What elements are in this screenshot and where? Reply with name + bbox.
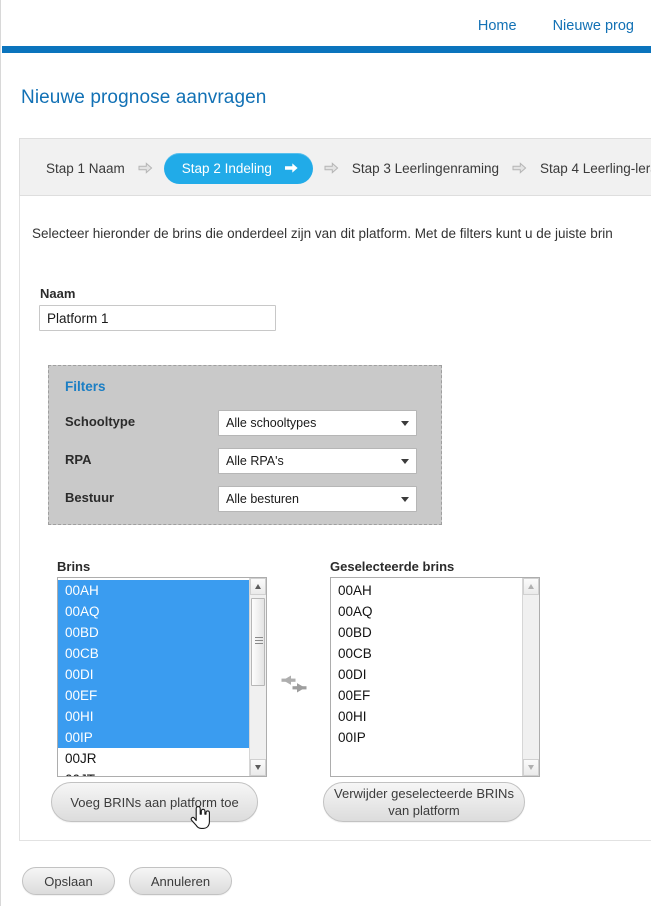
filter-row-rpa: RPA Alle RPA's: [65, 448, 435, 474]
filter-label-schooltype: Schooltype: [65, 414, 136, 429]
scrollbar-thumb[interactable]: [251, 598, 265, 686]
scroll-up-arrow-icon[interactable]: [250, 578, 266, 595]
brin-item[interactable]: 00IP: [58, 727, 251, 748]
filter-select-bestuur[interactable]: Alle besturen: [218, 486, 417, 512]
filters-panel: Filters Schooltype Alle schooltypes RPA …: [48, 365, 442, 525]
chevron-down-icon: [401, 421, 409, 426]
filter-row-bestuur: Bestuur Alle besturen: [65, 486, 435, 512]
intro-text: Selecteer hieronder de brins die onderde…: [32, 226, 613, 241]
wizard-step-2-label: Stap 2 Indeling: [181, 160, 272, 176]
clipped-logo-text: · · · · · · · · · · ·: [29, 0, 168, 8]
chevron-down-icon-3: [401, 497, 409, 502]
brin-item[interactable]: 00CB: [58, 643, 251, 664]
brin-item[interactable]: 00AH: [58, 580, 251, 601]
selected-list-scrollbar[interactable]: [522, 578, 539, 776]
step-separator-arrow-icon-2: [324, 162, 339, 174]
filter-value-rpa: Alle RPA's: [226, 454, 284, 468]
selected-brin-item[interactable]: 00IP: [331, 727, 524, 748]
naam-input[interactable]: [39, 305, 276, 331]
filter-row-schooltype: Schooltype Alle schooltypes: [65, 410, 435, 436]
cancel-button[interactable]: Annuleren: [129, 867, 232, 895]
nav-link-nieuwe-prognose[interactable]: Nieuwe prog: [535, 16, 651, 36]
selected-brin-item[interactable]: 00DI: [331, 664, 524, 685]
selected-brin-item[interactable]: 00AQ: [331, 601, 524, 622]
filter-label-bestuur: Bestuur: [65, 490, 115, 505]
filter-value-schooltype: Alle schooltypes: [226, 416, 317, 430]
selected-brin-item[interactable]: 00EF: [331, 685, 524, 706]
scroll-up-arrow-icon-2[interactable]: [523, 578, 539, 595]
wizard-step-1[interactable]: Stap 1 Naam: [44, 161, 127, 176]
wizard-stepbar: Stap 1 Naam Stap 2 Indeling Stap 3 Leerl…: [19, 138, 651, 196]
selected-listbox[interactable]: 00AH 00AQ 00BD 00CB 00DI 00EF 00HI 00IP: [330, 577, 540, 777]
brin-item[interactable]: 00BD: [58, 622, 251, 643]
brin-item[interactable]: 00JR: [58, 748, 251, 769]
content-card: Selecteer hieronder de brins die onderde…: [19, 196, 651, 841]
selected-brin-item[interactable]: 00CB: [331, 643, 524, 664]
available-list-label: Brins: [57, 559, 91, 574]
top-logo-strip: · · · · · · · · · · ·: [1, 0, 651, 8]
top-navbar: Home Nieuwe prog: [2, 8, 651, 46]
left-right-arrows-icon: [279, 673, 309, 695]
wizard-step-4[interactable]: Stap 4 Leerling-leraarrati: [538, 161, 651, 176]
page-frame: · · · · · · · · · · · Home Nieuwe prog N…: [0, 0, 651, 906]
scrollbar-grip-icon: [255, 637, 263, 644]
selected-brin-item[interactable]: 00AH: [331, 580, 524, 601]
step-separator-arrow-icon-3: [512, 162, 527, 174]
wizard-step-2[interactable]: Stap 2 Indeling: [163, 152, 313, 184]
brin-item[interactable]: 00EF: [58, 685, 251, 706]
available-listbox[interactable]: 00AH00AQ00BD00CB00DI00EF00HI00IP00JR00JT…: [57, 577, 267, 777]
chevron-down-icon-2: [401, 459, 409, 464]
available-list-scrollbar[interactable]: [249, 578, 266, 776]
scroll-down-arrow-icon[interactable]: [250, 759, 266, 776]
save-button[interactable]: Opslaan: [22, 867, 115, 895]
accent-rule: [2, 46, 651, 53]
filter-select-schooltype[interactable]: Alle schooltypes: [218, 410, 417, 436]
filters-title: Filters: [65, 379, 106, 394]
selected-list-label: Geselecteerde brins: [330, 559, 455, 574]
selected-brin-item[interactable]: 00HI: [331, 706, 524, 727]
brin-item[interactable]: 00JT: [58, 769, 251, 776]
naam-label: Naam: [40, 286, 76, 301]
step-separator-arrow-icon: [138, 162, 153, 174]
nav-links: Home Nieuwe prog: [460, 16, 651, 36]
filter-label-rpa: RPA: [65, 452, 92, 467]
page-title: Nieuwe prognose aanvragen: [21, 86, 267, 108]
selected-brin-item[interactable]: 00BD: [331, 622, 524, 643]
wizard-steps: Stap 1 Naam Stap 2 Indeling Stap 3 Leerl…: [44, 139, 651, 195]
add-brins-button[interactable]: Voeg BRINs aan platform toe: [51, 782, 258, 822]
nav-link-home[interactable]: Home: [460, 16, 535, 36]
remove-brins-button[interactable]: Verwijder geselecteerde BRINs van platfo…: [323, 782, 525, 822]
brin-item[interactable]: 00HI: [58, 706, 251, 727]
filter-value-bestuur: Alle besturen: [226, 492, 299, 506]
scroll-down-arrow-icon-2[interactable]: [523, 759, 539, 776]
filter-select-rpa[interactable]: Alle RPA's: [218, 448, 417, 474]
available-list-items[interactable]: 00AH00AQ00BD00CB00DI00EF00HI00IP00JR00JT…: [58, 578, 251, 776]
step-active-arrow-icon: [284, 163, 298, 173]
wizard-step-3[interactable]: Stap 3 Leerlingenraming: [350, 161, 501, 176]
brin-item[interactable]: 00AQ: [58, 601, 251, 622]
brin-item[interactable]: 00DI: [58, 664, 251, 685]
selected-list-items[interactable]: 00AH 00AQ 00BD 00CB 00DI 00EF 00HI 00IP: [331, 578, 524, 776]
